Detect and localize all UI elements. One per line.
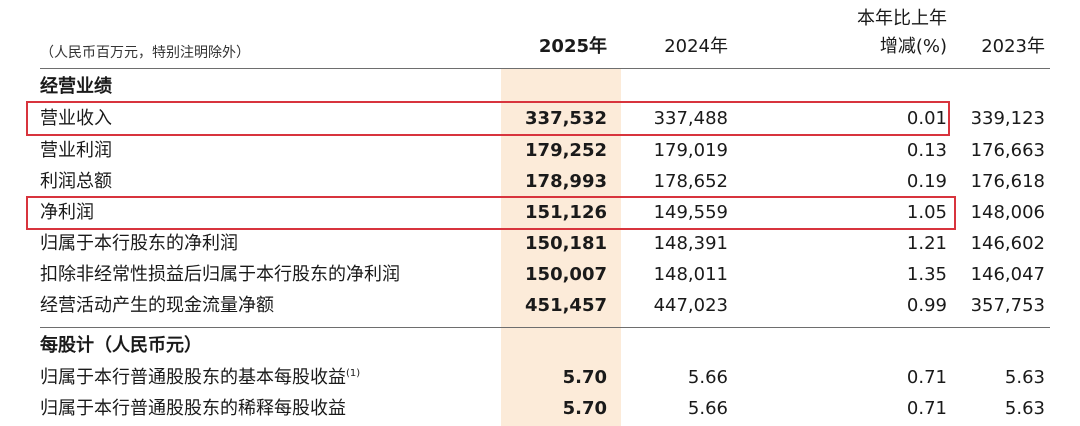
value-2023: 339,123 (970, 108, 1045, 129)
value-2024: 5.66 (687, 398, 728, 419)
value-2024: 5.66 (687, 367, 728, 388)
footnote-marker: (1) (346, 368, 361, 379)
value-2024: 148,011 (653, 264, 728, 285)
value-change: 1.21 (906, 233, 947, 254)
unit-note: （人民币百万元，特别注明除外） (40, 45, 250, 61)
value-2023: 176,618 (970, 171, 1045, 192)
row-label: 扣除非经常性损益后归属于本行股东的净利润 (40, 264, 400, 285)
value-2024: 447,023 (653, 295, 728, 316)
section-title-per-share: 每股计（人民币元） (40, 335, 202, 356)
row-label: 经营活动产生的现金流量净额 (40, 295, 274, 316)
section-rule (40, 327, 1050, 328)
highlight-frame-revenue (26, 101, 950, 136)
row-label: 归属于本行普通股股东的稀释每股收益 (40, 398, 346, 419)
highlight-frame-net-profit (26, 196, 956, 230)
value-change: 0.13 (906, 140, 947, 161)
value-2024: 148,391 (653, 233, 728, 254)
value-change: 0.71 (906, 398, 947, 419)
value-2023: 146,602 (970, 233, 1045, 254)
value-2023: 146,047 (970, 264, 1045, 285)
value-change: 0.19 (906, 171, 947, 192)
header-2025: 2025年 (538, 36, 607, 57)
row-label: 归属于本行股东的净利润 (40, 233, 238, 254)
value-2024: 179,019 (653, 140, 728, 161)
value-2023: 176,663 (970, 140, 1045, 161)
value-2025: 150,007 (525, 264, 607, 285)
value-2023: 5.63 (1004, 398, 1045, 419)
header-2024: 2024年 (664, 36, 728, 57)
value-change: 0.71 (906, 367, 947, 388)
row-label: 归属于本行普通股股东的基本每股收益(1) (40, 367, 361, 388)
header-rule (40, 68, 1050, 69)
value-2025: 451,457 (525, 295, 607, 316)
value-2023: 5.63 (1004, 367, 1045, 388)
header-change-line2: 增减(%) (879, 36, 947, 57)
value-2023: 148,006 (970, 202, 1045, 223)
value-2025: 179,252 (525, 140, 607, 161)
value-2025: 150,181 (525, 233, 607, 254)
value-2023: 357,753 (970, 295, 1045, 316)
header-2023: 2023年 (981, 36, 1045, 57)
value-2025: 5.70 (562, 398, 607, 419)
row-label: 营业利润 (40, 140, 112, 161)
value-change: 1.35 (906, 264, 947, 285)
value-2024: 178,652 (653, 171, 728, 192)
value-change: 0.99 (906, 295, 947, 316)
financial-summary-table: （人民币百万元，特别注明除外） 2025年 2024年 本年比上年 增减(%) … (0, 0, 1080, 426)
value-2025: 5.70 (562, 367, 607, 388)
row-label: 利润总额 (40, 171, 112, 192)
section-title-operating: 经营业绩 (40, 76, 112, 97)
header-change-line1: 本年比上年 (857, 8, 947, 29)
value-2025: 178,993 (525, 171, 607, 192)
